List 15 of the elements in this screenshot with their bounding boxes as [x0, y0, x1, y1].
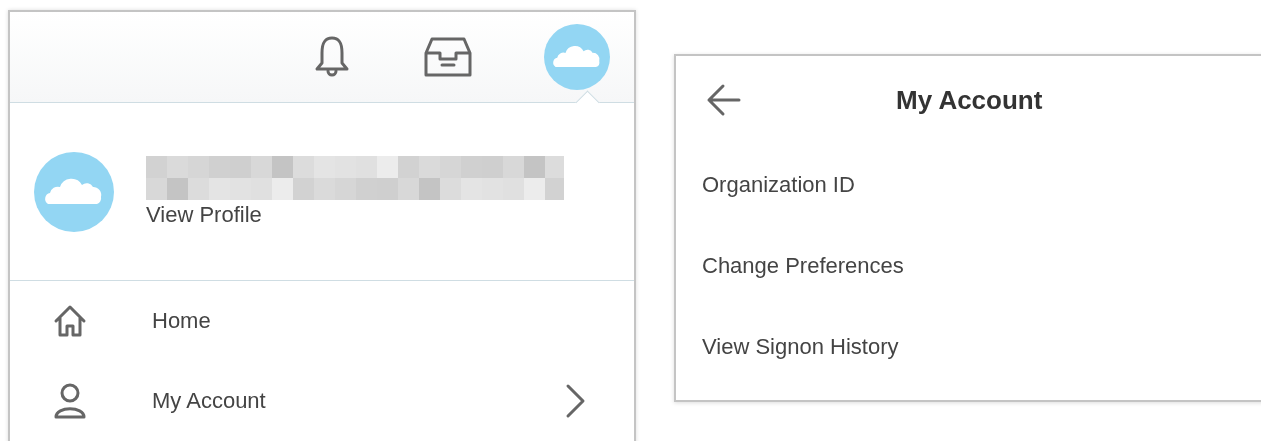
account-menu-item[interactable]: Change Preferences	[702, 225, 904, 306]
menu-item-label: My Account	[152, 388, 267, 414]
account-menu-item[interactable]: Organization ID	[702, 144, 855, 225]
menu-item-label: Home	[152, 308, 212, 334]
back-arrow-icon	[706, 83, 742, 117]
menu-item[interactable]: My Account	[10, 361, 634, 441]
view-profile-link[interactable]: View Profile	[146, 201, 564, 228]
inbox-button[interactable]	[422, 35, 474, 79]
menu-item[interactable]: Home	[10, 281, 634, 361]
inbox-icon	[422, 35, 474, 79]
cloud-avatar-icon	[34, 151, 114, 232]
panel-title: My Account	[896, 84, 1043, 116]
cloud-avatar-icon	[544, 24, 610, 90]
chevron-right-icon	[564, 383, 586, 419]
account-menu-item[interactable]: View Signon History	[702, 306, 899, 387]
